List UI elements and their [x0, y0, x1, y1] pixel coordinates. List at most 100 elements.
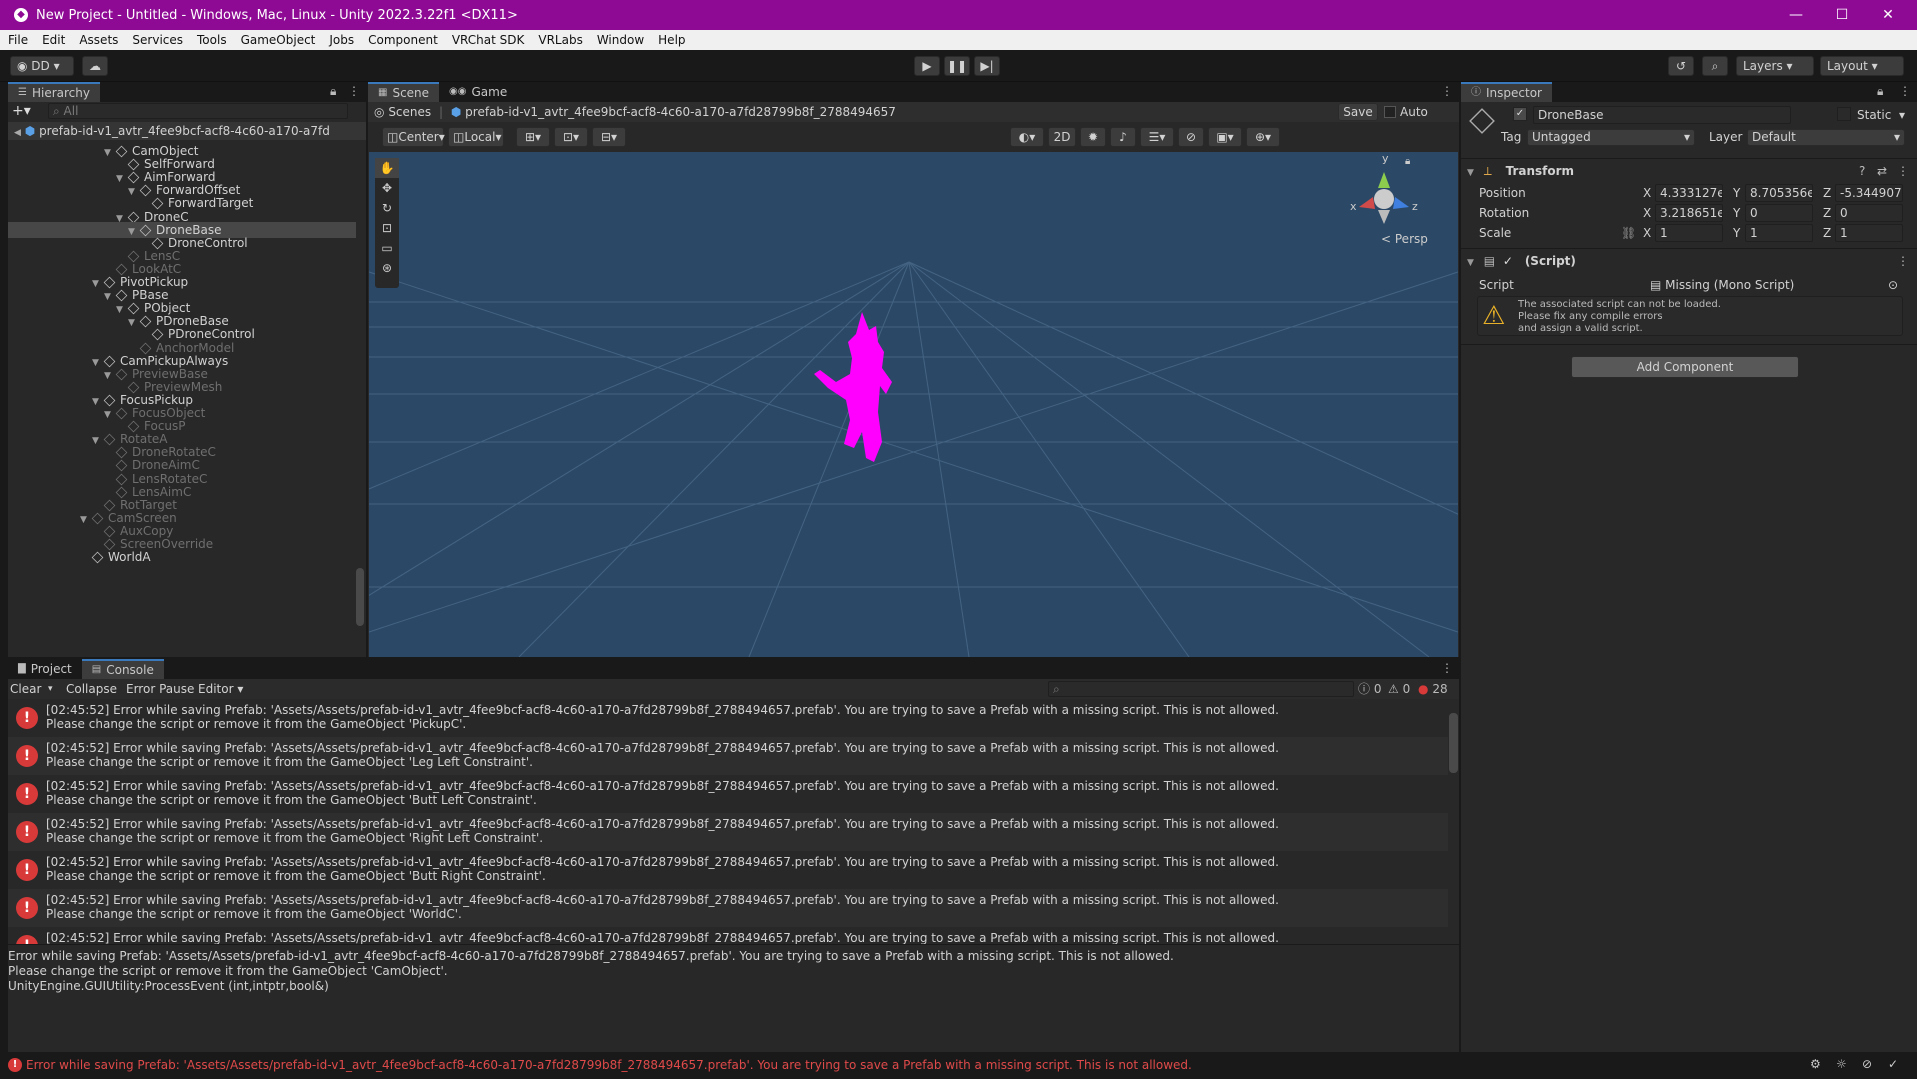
hand-tool-icon[interactable]: ✋: [375, 158, 399, 178]
hierarchy-menu-icon[interactable]: ⋮: [348, 84, 360, 98]
transform-header[interactable]: ▼ ⟂ Transform ? ⇄ ⋮: [1461, 160, 1917, 182]
step-button[interactable]: ▶|: [974, 56, 1000, 76]
breadcrumb-prefab[interactable]: prefab-id-v1_avtr_4fee9bcf-acf8-4c60-a17…: [465, 105, 896, 119]
breadcrumb-scenes[interactable]: Scenes: [388, 105, 431, 119]
rect-tool-icon[interactable]: ▭: [375, 238, 399, 258]
layout-dropdown[interactable]: Layout ▾: [1820, 56, 1904, 76]
back-arrow-icon[interactable]: ◀: [14, 128, 21, 138]
lighting-icon[interactable]: ✹: [1080, 127, 1106, 147]
tab-project[interactable]: ▇ Project: [8, 659, 82, 679]
tab-hierarchy[interactable]: ☰ Hierarchy: [8, 82, 100, 102]
save-button[interactable]: Save: [1338, 103, 1378, 121]
menu-window[interactable]: Window: [597, 33, 644, 47]
visibility-icon[interactable]: ⊘: [1178, 127, 1204, 147]
network-icon[interactable]: ⊘: [1862, 1057, 1872, 1071]
scene-menu-icon[interactable]: ⋮: [1441, 84, 1453, 98]
space-dropdown[interactable]: ◫Local▾: [448, 127, 504, 147]
hierarchy-item[interactable]: WorldA: [8, 549, 356, 565]
console-scrollbar[interactable]: [1449, 713, 1458, 773]
pivot-dropdown[interactable]: ◫Center▾: [382, 127, 445, 147]
active-checkbox[interactable]: ✓: [1513, 107, 1527, 121]
cloud-icon[interactable]: ☁: [82, 56, 108, 76]
script-menu-icon[interactable]: ⋮: [1897, 250, 1909, 272]
object-picker-icon[interactable]: ⊙: [1888, 277, 1898, 293]
maximize-button[interactable]: ☐: [1819, 0, 1865, 30]
prefab-root-row[interactable]: ◀ ⬢ prefab-id-v1_avtr_4fee9bcf-acf8-4c60…: [8, 122, 366, 140]
console-entry[interactable]: ! [02:45:52] Error while saving Prefab: '…: [8, 889, 1448, 927]
2d-toggle[interactable]: 2D: [1048, 127, 1076, 147]
tag-dropdown[interactable]: Untagged ▾: [1527, 129, 1695, 146]
camera-icon[interactable]: ▣▾: [1208, 127, 1242, 147]
menu-file[interactable]: File: [8, 33, 28, 47]
status-message[interactable]: Error while saving Prefab: 'Assets/Asset…: [26, 1058, 1192, 1072]
menu-edit[interactable]: Edit: [42, 33, 65, 47]
add-component-button[interactable]: Add Component: [1571, 356, 1799, 378]
menu-tools[interactable]: Tools: [197, 33, 227, 47]
debug-icon[interactable]: ⚙: [1810, 1057, 1821, 1071]
orientation-gizmo[interactable]: [1347, 162, 1421, 236]
console-menu-icon[interactable]: ⋮: [1441, 661, 1453, 675]
check-icon[interactable]: ✓: [1888, 1057, 1898, 1071]
tab-inspector[interactable]: ⓘ Inspector: [1461, 82, 1552, 102]
error-count-toggle[interactable]: ● 28: [1418, 679, 1448, 699]
editor-dropdown[interactable]: Editor ▾: [198, 679, 243, 699]
lock-icon[interactable]: 🔒︎: [330, 84, 336, 99]
account-dropdown[interactable]: ◉ DD ▾: [10, 56, 74, 76]
position-x-field[interactable]: 4.333127e-: [1655, 184, 1723, 202]
snap-icon[interactable]: ⊞▾: [516, 127, 550, 147]
rotation-y-field[interactable]: 0: [1745, 204, 1813, 222]
layers-dropdown[interactable]: Layers ▾: [1736, 56, 1814, 76]
script-component-header[interactable]: ▼ ▤ ✓ (Script) ⋮: [1461, 250, 1917, 272]
menu-vrlabs[interactable]: VRLabs: [538, 33, 582, 47]
script-enabled-checkbox[interactable]: ✓: [1503, 254, 1513, 268]
menu-component[interactable]: Component: [368, 33, 438, 47]
position-z-field[interactable]: -5.344907(: [1835, 184, 1903, 202]
preset-icon[interactable]: ⇄: [1877, 160, 1887, 182]
effects-icon[interactable]: ☰▾: [1140, 127, 1174, 147]
tab-scene[interactable]: ▦ Scene: [368, 82, 440, 102]
scene-viewport[interactable]: y x z 🔒︎ < Persp ✋ ✥ ↻ ⊡ ▭ ⊛: [369, 152, 1458, 657]
menu-gameobject[interactable]: GameObject: [241, 33, 316, 47]
move-tool-icon[interactable]: ✥: [375, 178, 399, 198]
menu-help[interactable]: Help: [658, 33, 685, 47]
search-icon[interactable]: ⌕: [1702, 56, 1728, 76]
position-y-field[interactable]: 8.705356e-: [1745, 184, 1813, 202]
audio-icon[interactable]: ♪: [1110, 127, 1136, 147]
scale-x-field[interactable]: 1: [1655, 224, 1723, 242]
component-menu-icon[interactable]: ⋮: [1897, 160, 1909, 182]
layer-dropdown[interactable]: Default ▾: [1747, 129, 1905, 146]
scale-z-field[interactable]: 1: [1835, 224, 1903, 242]
static-dropdown-icon[interactable]: ▾: [1899, 106, 1905, 124]
add-object-button[interactable]: +▾: [12, 102, 32, 120]
menu-jobs[interactable]: Jobs: [329, 33, 354, 47]
rotation-x-field[interactable]: 3.218651e-: [1655, 204, 1723, 222]
console-search-input[interactable]: ⌕: [1048, 681, 1354, 697]
console-entry[interactable]: ! [02:45:52] Error while saving Prefab: '…: [8, 813, 1448, 851]
minimize-button[interactable]: —: [1773, 0, 1819, 30]
console-entry[interactable]: ! [02:45:52] Error while saving Prefab: '…: [8, 775, 1448, 813]
constrain-proportions-icon[interactable]: ⛓: [1621, 224, 1636, 242]
play-button[interactable]: ▶: [914, 56, 940, 76]
menu-vrchat-sdk[interactable]: VRChat SDK: [452, 33, 525, 47]
console-entry[interactable]: ! [02:45:52] Error while saving Prefab: '…: [8, 851, 1448, 889]
console-entry[interactable]: ! [02:45:52] Error while saving Prefab: '…: [8, 927, 1448, 944]
history-icon[interactable]: ↺: [1668, 56, 1694, 76]
console-entry[interactable]: ! [02:45:52] Error while saving Prefab: '…: [8, 699, 1448, 737]
shading-mode-icon[interactable]: ◐▾: [1010, 127, 1044, 147]
detail-line-3[interactable]: UnityEngine.GUIUtility:ProcessEvent (int…: [8, 979, 1459, 994]
tab-console[interactable]: ▤ Console: [81, 659, 164, 679]
object-name-field[interactable]: DroneBase: [1533, 106, 1791, 124]
console-entry[interactable]: ! [02:45:52] Error while saving Prefab: '…: [8, 737, 1448, 775]
script-object-field[interactable]: ▤ Missing (Mono Script) ⊙: [1645, 276, 1903, 294]
tab-game[interactable]: ◉◉ Game: [439, 82, 517, 102]
error-pause-button[interactable]: Error Pause: [126, 679, 194, 699]
hierarchy-search-input[interactable]: ⌕ All: [48, 103, 348, 119]
menu-services[interactable]: Services: [132, 33, 183, 47]
hierarchy-scrollbar[interactable]: [356, 568, 364, 626]
bake-icon[interactable]: ☼: [1836, 1057, 1847, 1071]
clear-button[interactable]: Clear: [10, 679, 41, 699]
autosave-checkbox[interactable]: [1384, 106, 1396, 118]
static-checkbox[interactable]: [1837, 107, 1851, 121]
grid-snap-icon[interactable]: ⊡▾: [554, 127, 588, 147]
scale-y-field[interactable]: 1: [1745, 224, 1813, 242]
